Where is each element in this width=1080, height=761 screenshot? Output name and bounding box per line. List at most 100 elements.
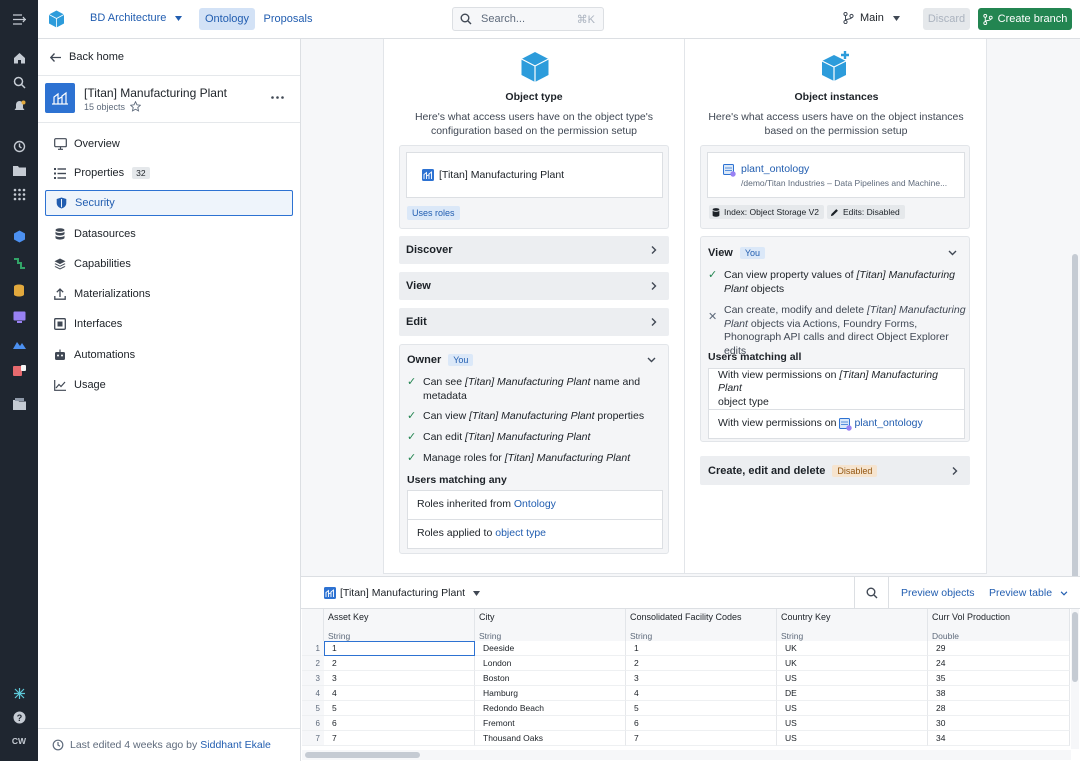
table-vertical-scrollbar[interactable] [1072, 612, 1078, 682]
help-icon[interactable]: ? [0, 705, 38, 729]
table-cell[interactable]: 24 [928, 656, 1070, 671]
table-cell[interactable]: 4 [626, 686, 777, 701]
table-cell[interactable]: 2 [324, 656, 475, 671]
table-cell[interactable]: 29 [928, 641, 1070, 656]
pipeline-app-icon[interactable] [0, 251, 38, 275]
star-icon[interactable] [130, 101, 141, 112]
table-cell[interactable]: 1 [324, 641, 475, 656]
column-header[interactable]: Consolidated Facility Codes String [626, 609, 777, 641]
sidebar-item-automations[interactable]: Automations [45, 342, 293, 368]
home-icon[interactable] [0, 46, 38, 70]
dataset-app-icon[interactable] [0, 278, 38, 302]
ontology-app-icon[interactable] [0, 224, 38, 248]
owner-header[interactable]: Owner You [407, 354, 474, 366]
column-header[interactable]: Curr Vol Production Double [928, 609, 1070, 641]
table-cell[interactable]: Deeside [475, 641, 626, 656]
table-cell[interactable]: DE [777, 686, 928, 701]
table-cell[interactable]: 3 [324, 671, 475, 686]
table-cell[interactable]: Redondo Beach [475, 701, 626, 716]
tab-proposals[interactable]: Proposals [260, 8, 316, 30]
table-cell[interactable]: London [475, 656, 626, 671]
more-options-icon[interactable] [271, 96, 284, 99]
table-cell[interactable]: US [777, 731, 928, 746]
discard-button[interactable]: Discard [923, 8, 970, 30]
table-cell[interactable]: 35 [928, 671, 1070, 686]
table-horizontal-scrollbar[interactable] [305, 752, 420, 758]
preview-table-button[interactable]: Preview table [989, 587, 1068, 599]
sidebar-item-capabilities[interactable]: Capabilities [45, 251, 293, 277]
sidebar-item-usage[interactable]: Usage [45, 372, 293, 398]
table-cell[interactable]: 5 [324, 701, 475, 716]
search-icon[interactable] [0, 70, 38, 94]
table-cell[interactable]: 28 [928, 701, 1070, 716]
table-cell[interactable]: 30 [928, 716, 1070, 731]
table-cell[interactable]: US [777, 671, 928, 686]
table-cell[interactable]: 3 [626, 671, 777, 686]
table-cell[interactable]: 7 [626, 731, 777, 746]
table-cell[interactable]: UK [777, 656, 928, 671]
table-cell[interactable]: 2 [626, 656, 777, 671]
search-input[interactable]: Search... ⌘K [452, 7, 604, 31]
history-icon[interactable] [0, 134, 38, 158]
apps-grid-icon[interactable] [0, 182, 38, 206]
check-icon: ✓ [407, 431, 417, 443]
discover-row[interactable]: Discover [399, 236, 669, 264]
table-cell[interactable]: Hamburg [475, 686, 626, 701]
sidebar-item-overview[interactable]: Overview [45, 131, 293, 157]
chevron-down-icon[interactable] [647, 357, 656, 363]
table-cell[interactable]: 6 [626, 716, 777, 731]
table-cell[interactable]: Boston [475, 671, 626, 686]
table-cell[interactable]: US [777, 701, 928, 716]
menu-icon[interactable] [0, 7, 38, 31]
object-selector[interactable]: [Titan] Manufacturing Plant [324, 587, 481, 599]
resource-row[interactable]: [Titan] Manufacturing Plant [406, 152, 663, 198]
notification-icon[interactable] [0, 94, 38, 118]
object-type-link[interactable]: object type [495, 527, 546, 541]
file-app-icon[interactable] [0, 392, 38, 416]
table-cell[interactable]: 4 [324, 686, 475, 701]
table-cell[interactable]: 7 [324, 731, 475, 746]
sidebar-item-interfaces[interactable]: Interfaces [45, 311, 293, 337]
plant-ontology-link[interactable]: plant_ontology [854, 417, 922, 431]
sidebar-item-properties[interactable]: Properties 32 [45, 160, 293, 186]
table-cell[interactable]: 5 [626, 701, 777, 716]
back-home-link[interactable]: Back home [50, 51, 124, 63]
folder-icon[interactable] [0, 158, 38, 182]
table-cell[interactable]: 38 [928, 686, 1070, 701]
table-cell[interactable]: US [777, 716, 928, 731]
chevron-down-icon[interactable] [948, 250, 957, 256]
quiver-app-icon[interactable] [0, 332, 38, 356]
caret-down-icon [892, 15, 900, 21]
sidebar-item-materializations[interactable]: Materializations [45, 281, 293, 307]
search-icon[interactable] [866, 587, 878, 599]
table-cell[interactable]: Thousand Oaks [475, 731, 626, 746]
table-cell[interactable]: 1 [626, 641, 777, 656]
branch-selector[interactable]: Main [843, 12, 900, 24]
view-header[interactable]: View You [708, 247, 766, 259]
edit-row[interactable]: Edit [399, 308, 669, 336]
sidebar-item-datasources[interactable]: Datasources [45, 221, 293, 247]
workshop-app-icon[interactable] [0, 305, 38, 329]
chevron-right-icon [952, 466, 958, 475]
column-header[interactable]: Country Key String [777, 609, 928, 641]
column-header[interactable]: Asset Key String [324, 609, 475, 641]
table-cell[interactable]: UK [777, 641, 928, 656]
workspace-selector[interactable]: BD Architecture [90, 12, 183, 24]
slate-app-icon[interactable] [0, 359, 38, 383]
create-branch-button[interactable]: Create branch [978, 8, 1072, 30]
ontology-link[interactable]: Ontology [514, 498, 556, 512]
user-avatar[interactable]: CW [0, 729, 38, 753]
aip-icon[interactable] [0, 681, 38, 705]
dataset-row[interactable]: plant_ontology /demo/Titan Industries – … [707, 152, 965, 198]
column-header[interactable]: City String [475, 609, 626, 641]
create-edit-delete-row[interactable]: Create, edit and delete Disabled [700, 456, 970, 485]
last-edited-user-link[interactable]: Siddhant Ekale [200, 739, 271, 751]
table-cell[interactable]: 34 [928, 731, 1070, 746]
view-row[interactable]: View [399, 272, 669, 300]
preview-objects-button[interactable]: Preview objects [901, 587, 975, 599]
dataset-name-link[interactable]: plant_ontology [741, 163, 809, 175]
table-cell[interactable]: 6 [324, 716, 475, 731]
sidebar-item-security[interactable]: Security [45, 190, 293, 216]
table-cell[interactable]: Fremont [475, 716, 626, 731]
tab-ontology[interactable]: Ontology [199, 8, 255, 30]
